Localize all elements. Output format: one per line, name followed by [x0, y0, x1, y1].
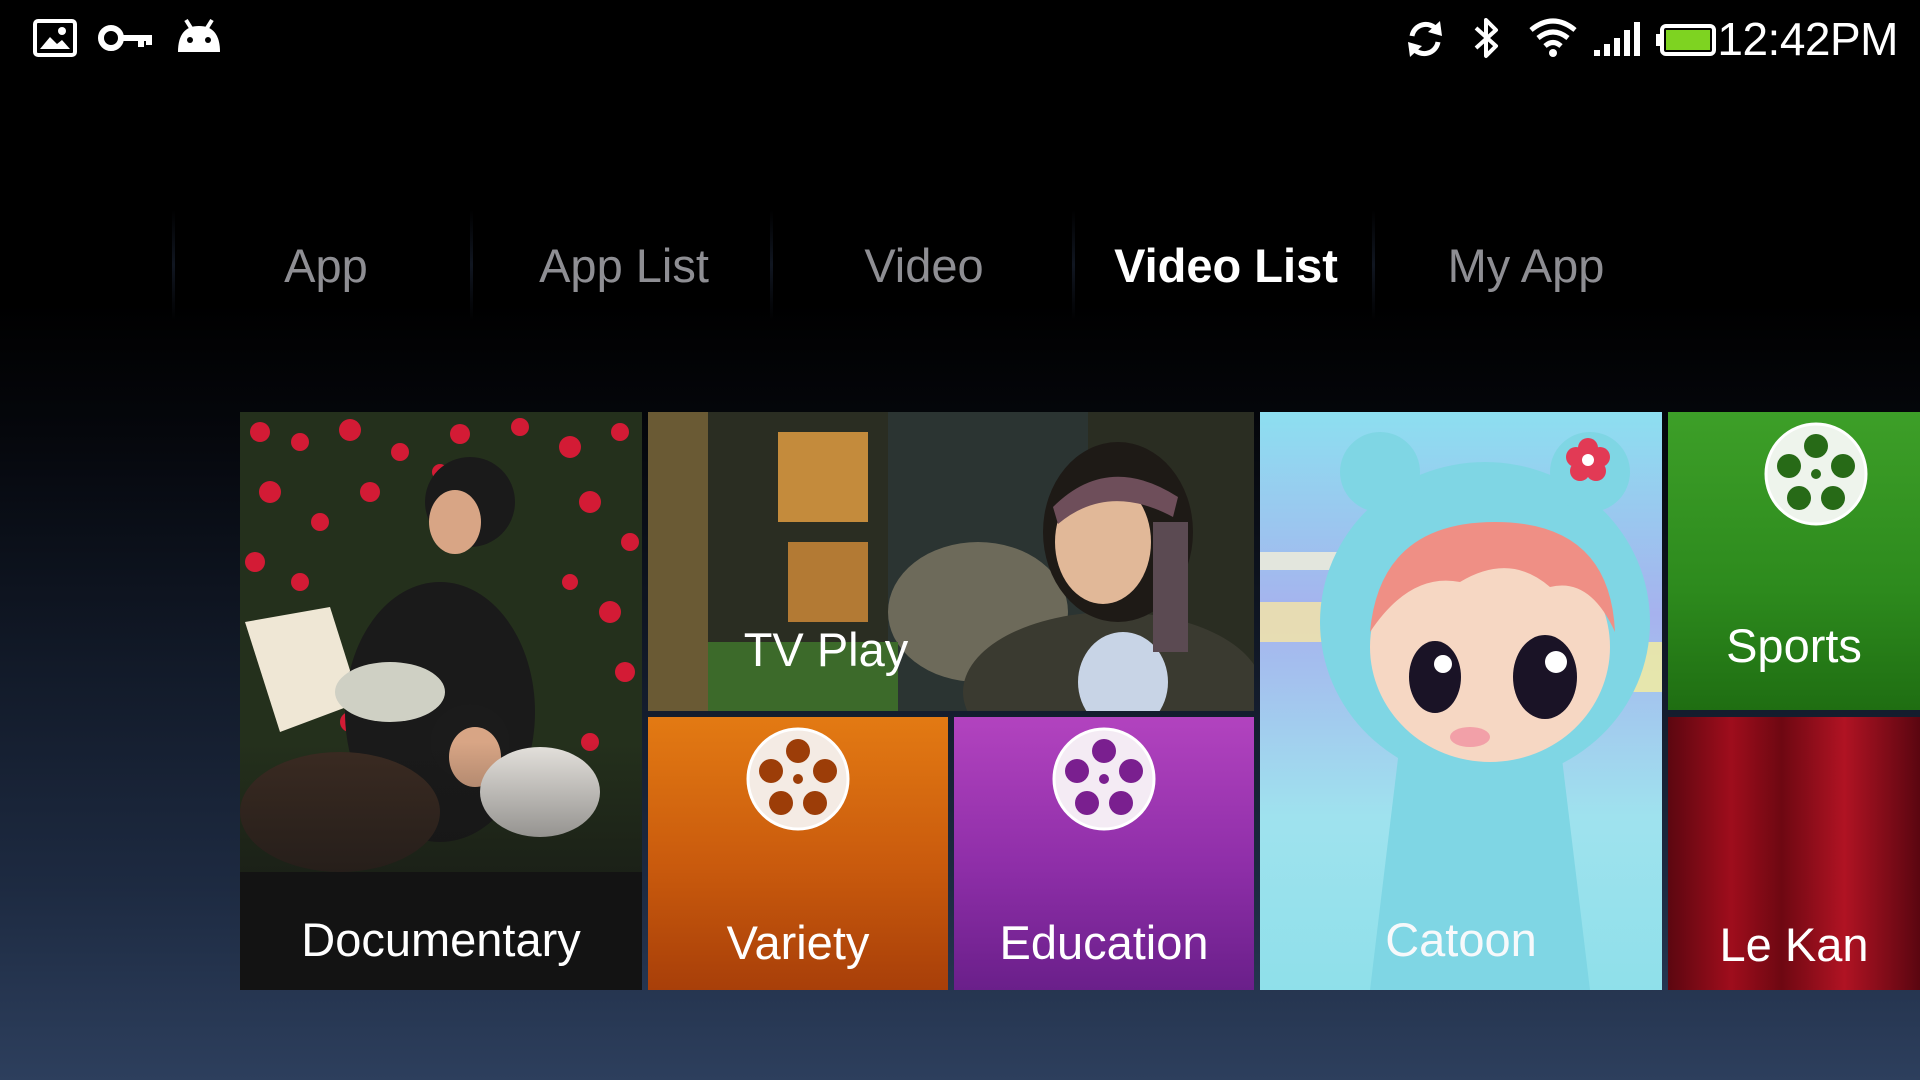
film-reel-icon — [746, 727, 850, 831]
tile-education[interactable]: Education — [954, 717, 1254, 990]
tab-divider — [172, 210, 175, 320]
battery-icon — [1656, 24, 1716, 56]
clock: 12:42PM — [1717, 13, 1898, 65]
status-bar: 12:42PM — [0, 0, 1920, 78]
tile-tv-play[interactable]: TV Play — [648, 412, 1254, 711]
documentary-photo — [240, 412, 642, 990]
tile-sports-label: Sports — [1726, 619, 1862, 672]
tile-catoon[interactable]: Catoon — [1260, 412, 1662, 990]
tab-app[interactable]: App — [176, 210, 476, 320]
tab-app-list[interactable]: App List — [474, 210, 774, 320]
tab-video-list[interactable]: Video List — [1076, 210, 1376, 320]
category-tabs: App App List Video Video List My App — [172, 210, 1692, 320]
tab-my-app[interactable]: My App — [1376, 210, 1676, 320]
wifi-icon — [1529, 18, 1577, 57]
tile-le-kan[interactable]: Le Kan — [1668, 717, 1920, 990]
tile-catoon-label: Catoon — [1385, 913, 1537, 966]
vpn-key-icon — [98, 25, 152, 51]
signal-icon — [1594, 22, 1640, 56]
gallery-icon — [33, 19, 77, 57]
tab-divider — [1372, 210, 1375, 320]
tile-variety[interactable]: Variety — [648, 717, 948, 990]
tab-divider — [470, 210, 473, 320]
tile-variety-label: Variety — [726, 916, 870, 969]
film-reel-icon — [1764, 422, 1868, 526]
tile-tv-play-label: TV Play — [743, 623, 909, 676]
tab-divider — [770, 210, 773, 320]
android-debug-icon — [178, 18, 220, 52]
tile-education-label: Education — [999, 916, 1209, 969]
tile-sports[interactable]: Sports — [1668, 412, 1920, 710]
tile-le-kan-label: Le Kan — [1719, 918, 1869, 971]
tile-documentary-label: Documentary — [301, 913, 581, 966]
tab-divider — [1072, 210, 1075, 320]
cartoon-illustration — [1260, 432, 1662, 990]
tv-launcher-screen: 12:42PM App App List Video Video List My… — [0, 0, 1920, 1080]
film-reel-icon — [1052, 727, 1156, 831]
tab-video[interactable]: Video — [774, 210, 1074, 320]
tile-documentary[interactable]: Documentary — [240, 412, 642, 990]
bluetooth-icon — [1474, 18, 1498, 58]
sync-icon — [1408, 21, 1442, 57]
